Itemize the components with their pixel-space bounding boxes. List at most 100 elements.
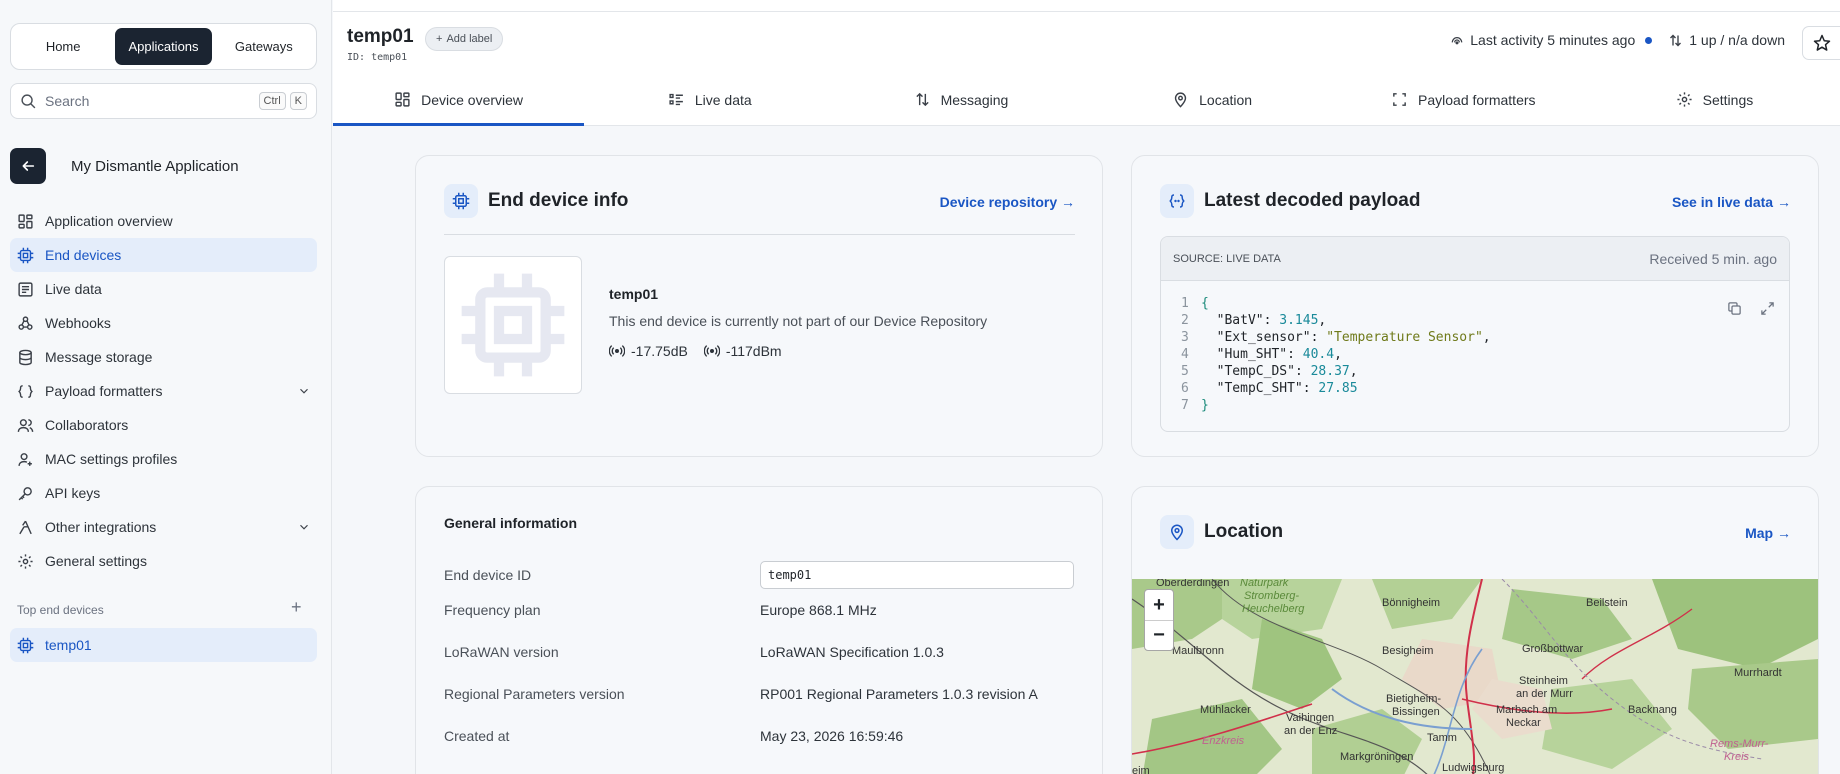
line-number: 6 [1181, 381, 1189, 396]
location-card: Location Map → Oberderdingen Naturpark S… [1131, 486, 1819, 774]
see-in-live-data-link[interactable]: See in live data → [1672, 194, 1791, 210]
sidebar-item-label: Message storage [45, 349, 153, 365]
tab-messaging[interactable]: Messaging [835, 74, 1086, 125]
search-input[interactable]: Search Ctrl K [10, 83, 317, 119]
back-button[interactable] [10, 148, 46, 184]
card-title-text: Latest decoded payload [1204, 190, 1421, 211]
latest-payload-card: Latest decoded payload See in live data … [1131, 155, 1819, 457]
payload-code[interactable]: 1{2 "BatV": 3.145, 3 "Ext_sensor": "Tempe… [1161, 281, 1789, 414]
device-name: temp01 [609, 286, 659, 302]
sidebar-item-mac-settings-profiles[interactable]: MAC settings profiles [10, 442, 317, 476]
sidebar-item-api-keys[interactable]: API keys [10, 476, 317, 510]
gateways-button[interactable]: Gateways [216, 28, 312, 65]
expand-icon[interactable] [1760, 301, 1775, 316]
line-number: 7 [1181, 398, 1189, 413]
code-value: 3.145 [1279, 313, 1319, 328]
location-pin-icon [1174, 92, 1187, 108]
map-place-label: Oberderdingen [1156, 579, 1230, 589]
map-place-label: Maulbronn [1172, 645, 1224, 657]
tab-label: Settings [1702, 91, 1754, 108]
overview-icon [16, 212, 34, 230]
sidebar-item-other-integrations[interactable]: Other integrations [10, 510, 317, 544]
info-row-regional-parameters: Regional Parameters version RP001 Region… [444, 686, 1074, 702]
location-heading: Location [1160, 515, 1283, 549]
sidebar-item-label: Application overview [45, 213, 173, 229]
code-key: "TempC_DS" [1216, 364, 1295, 379]
sidebar-item-message-storage[interactable]: Message storage [10, 340, 317, 374]
map-place-label: Großbottwar [1522, 643, 1584, 655]
key-icon [16, 484, 34, 502]
map-place-label: Enzkreis [1202, 735, 1245, 747]
star-icon [1813, 34, 1830, 51]
chip-icon [444, 184, 478, 218]
webhook-icon [16, 314, 34, 332]
application-name: My Dismantle Application [71, 157, 239, 175]
map-place-label: Markgröningen [1340, 751, 1414, 763]
device-image-placeholder [444, 256, 582, 394]
sidebar-nav: Application overview End devices Live da… [10, 204, 317, 578]
code-key: "BatV" [1216, 313, 1264, 328]
tab-label: Device overview [421, 91, 524, 108]
zoom-in-button[interactable]: + [1145, 590, 1173, 620]
add-top-device-button[interactable]: + [291, 597, 302, 618]
map-place-label: Marbach am [1496, 704, 1558, 716]
main-nav-switch: Home Applications Gateways [10, 23, 317, 70]
top-device-item[interactable]: temp01 [10, 628, 317, 662]
map-place-label: Naturpark [1240, 579, 1289, 589]
map-link[interactable]: Map → [1745, 525, 1791, 541]
database-icon [16, 348, 34, 366]
home-button[interactable]: Home [15, 28, 111, 65]
copy-icon[interactable] [1727, 301, 1742, 316]
info-value: RP001 Regional Parameters 1.0.3 revision… [760, 686, 1038, 702]
snr-value: -17.75dB [631, 343, 688, 359]
map-place-label: Bissingen [1392, 706, 1440, 718]
sidebar-item-end-devices[interactable]: End devices [10, 238, 317, 272]
code-line: 2 "BatV": 3.145, [1181, 313, 1327, 328]
map-place-label: eim [1132, 765, 1150, 774]
sidebar-item-application-overview[interactable]: Application overview [10, 204, 317, 238]
device-repository-link[interactable]: Device repository → [940, 194, 1075, 210]
tab-settings[interactable]: Settings [1589, 74, 1840, 125]
sidebar-item-general-settings[interactable]: General settings [10, 544, 317, 578]
device-id-line: ID: temp01 [347, 52, 408, 63]
map-place-label: an der Murr [1516, 688, 1573, 700]
map-place-label: Vaihingen [1286, 712, 1335, 724]
sidebar-item-label: Live data [45, 281, 102, 297]
map-place-label: Bietigheim- [1386, 693, 1442, 705]
applications-button[interactable]: Applications [115, 28, 212, 65]
code-icon [16, 382, 34, 400]
star-button[interactable] [1802, 26, 1840, 60]
application-header: My Dismantle Application [10, 148, 317, 184]
tab-device-overview[interactable]: Device overview [333, 74, 585, 126]
info-value: Europe 868.1 MHz [760, 602, 877, 618]
tab-live-data[interactable]: Live data [584, 74, 835, 125]
list-icon [16, 280, 34, 298]
chevron-down-icon[interactable] [297, 520, 311, 534]
arrow-left-icon [22, 161, 35, 171]
sidebar-item-live-data[interactable]: Live data [10, 272, 317, 306]
tab-payload-formatters[interactable]: Payload formatters [1338, 74, 1589, 125]
location-pin-icon [1160, 515, 1194, 549]
add-label-button[interactable]: + Add label [425, 27, 504, 51]
map-place-label: Heuchelberg [1242, 603, 1305, 615]
line-number: 3 [1181, 330, 1189, 345]
sidebar-item-payload-formatters[interactable]: Payload formatters [10, 374, 317, 408]
map-zoom-controls: + − [1144, 589, 1174, 651]
chevron-down-icon[interactable] [297, 384, 311, 398]
chip-icon [16, 636, 34, 654]
chip-icon [461, 273, 565, 377]
tab-location[interactable]: Location [1087, 74, 1338, 125]
tab-label: Payload formatters [1418, 91, 1536, 108]
plus-icon: + [436, 33, 443, 45]
up-down-arrows-icon [1670, 34, 1682, 46]
location-map[interactable]: Oberderdingen Naturpark Stromberg- Heuch… [1132, 579, 1818, 774]
map-place-label: an der Enz [1284, 725, 1338, 737]
code-line: 7} [1181, 397, 1789, 414]
sidebar-item-collaborators[interactable]: Collaborators [10, 408, 317, 442]
end-device-id-field[interactable]: temp01 [760, 561, 1074, 589]
zoom-out-button[interactable]: − [1145, 620, 1173, 650]
info-row-lorawan-version: LoRaWAN version LoRaWAN Specification 1.… [444, 644, 1074, 660]
sidebar-item-label: End devices [45, 247, 122, 263]
sidebar-item-webhooks[interactable]: Webhooks [10, 306, 317, 340]
payload-received: Received 5 min. ago [1649, 250, 1777, 267]
